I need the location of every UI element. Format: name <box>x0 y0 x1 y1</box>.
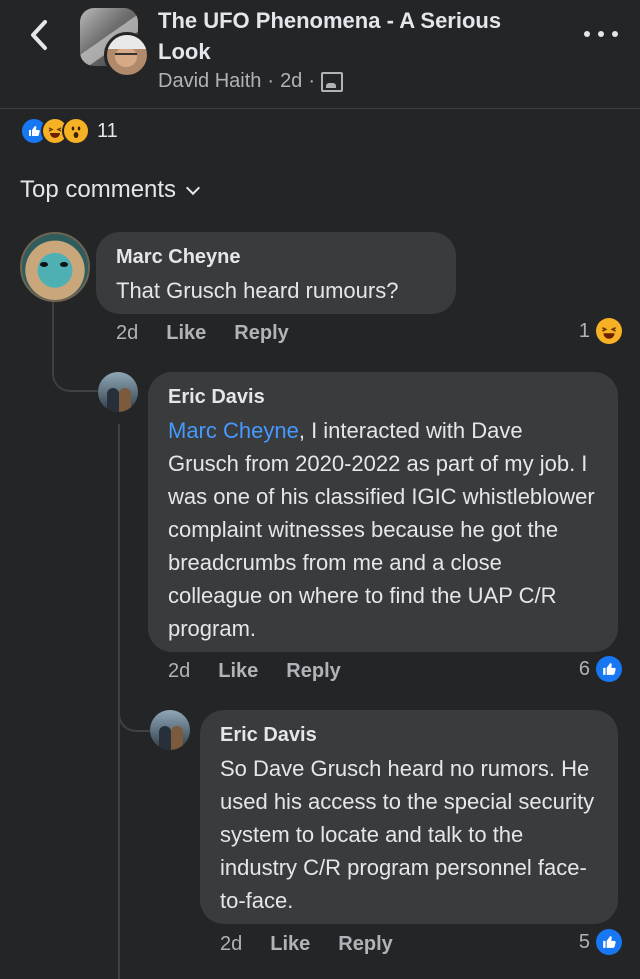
header-divider <box>0 108 640 109</box>
thread-line <box>52 300 54 350</box>
comment-author[interactable]: Eric Davis <box>168 384 598 410</box>
more-options-button[interactable] <box>584 24 618 44</box>
comment-sort-label: Top comments <box>20 176 177 203</box>
comment-text: Marc Cheyne, I interacted with Dave Grus… <box>168 414 598 645</box>
author-avatar[interactable] <box>104 32 150 78</box>
laughing-face-icon <box>596 318 622 344</box>
thumbs-up-icon <box>596 656 622 682</box>
thumbs-up-icon <box>596 929 622 955</box>
post-reactions[interactable]: 11 <box>20 117 118 145</box>
comment-author[interactable]: Eric Davis <box>220 722 598 748</box>
surprised-face-icon <box>62 117 90 145</box>
comment-reaction-count: 6 <box>578 657 590 680</box>
reply-button[interactable]: Reply <box>286 660 340 683</box>
like-button[interactable]: Like <box>166 322 206 345</box>
reaction-count: 11 <box>97 119 118 142</box>
comment-text: So Dave Grusch heard no rumors. He used … <box>220 756 595 913</box>
comment-bubble[interactable]: Eric Davis Marc Cheyne, I interacted wit… <box>148 372 618 652</box>
thread-connector <box>118 696 150 732</box>
reply-button[interactable]: Reply <box>338 933 392 956</box>
comment-author[interactable]: Marc Cheyne <box>116 244 436 270</box>
comment-sort-dropdown[interactable]: Top comments <box>20 176 201 204</box>
comment-actions: 2d Like Reply <box>220 933 421 956</box>
meta-separator: · <box>267 70 275 92</box>
comment-reaction-count: 5 <box>578 930 590 953</box>
like-button[interactable]: Like <box>270 933 310 956</box>
mention-link[interactable]: Marc Cheyne <box>168 418 299 443</box>
comment-actions: 2d Like Reply <box>116 322 317 345</box>
comment-bubble[interactable]: Marc Cheyne That Grusch heard rumours? <box>96 232 456 314</box>
comment-body: , I interacted with Dave Grusch from 202… <box>168 418 595 641</box>
thread-connector <box>52 348 98 392</box>
comment-actions: 2d Like Reply <box>168 660 369 683</box>
comment-time[interactable]: 2d <box>168 660 190 683</box>
post-meta: David Haith · 2d · <box>158 70 343 93</box>
commenter-avatar[interactable] <box>98 372 138 412</box>
commenter-avatar[interactable] <box>20 232 90 302</box>
comment-reactions[interactable]: 5 <box>579 929 622 955</box>
post-time[interactable]: 2d <box>280 70 302 93</box>
chevron-down-icon <box>185 180 201 195</box>
reply-button[interactable]: Reply <box>234 322 288 345</box>
more-horizontal-icon <box>584 31 590 37</box>
comment-time[interactable]: 2d <box>220 933 242 956</box>
comment-text: That Grusch heard rumours? <box>116 278 399 303</box>
comment-reaction-count: 1 <box>578 319 590 342</box>
post-author[interactable]: David Haith <box>158 70 261 93</box>
commenter-avatar[interactable] <box>150 710 190 750</box>
comment-reactions[interactable]: 1 <box>579 318 622 344</box>
group-privacy-icon <box>320 71 343 92</box>
chevron-left-icon <box>31 20 47 50</box>
comment-bubble[interactable]: Eric Davis So Dave Grusch heard no rumor… <box>200 710 618 924</box>
comment-time[interactable]: 2d <box>116 322 138 345</box>
meta-separator: · <box>308 70 315 92</box>
post-title[interactable]: The UFO Phenomena - A Serious Look <box>158 5 558 67</box>
like-button[interactable]: Like <box>218 660 258 683</box>
back-button[interactable] <box>22 16 56 54</box>
comment-reactions[interactable]: 6 <box>579 656 622 682</box>
